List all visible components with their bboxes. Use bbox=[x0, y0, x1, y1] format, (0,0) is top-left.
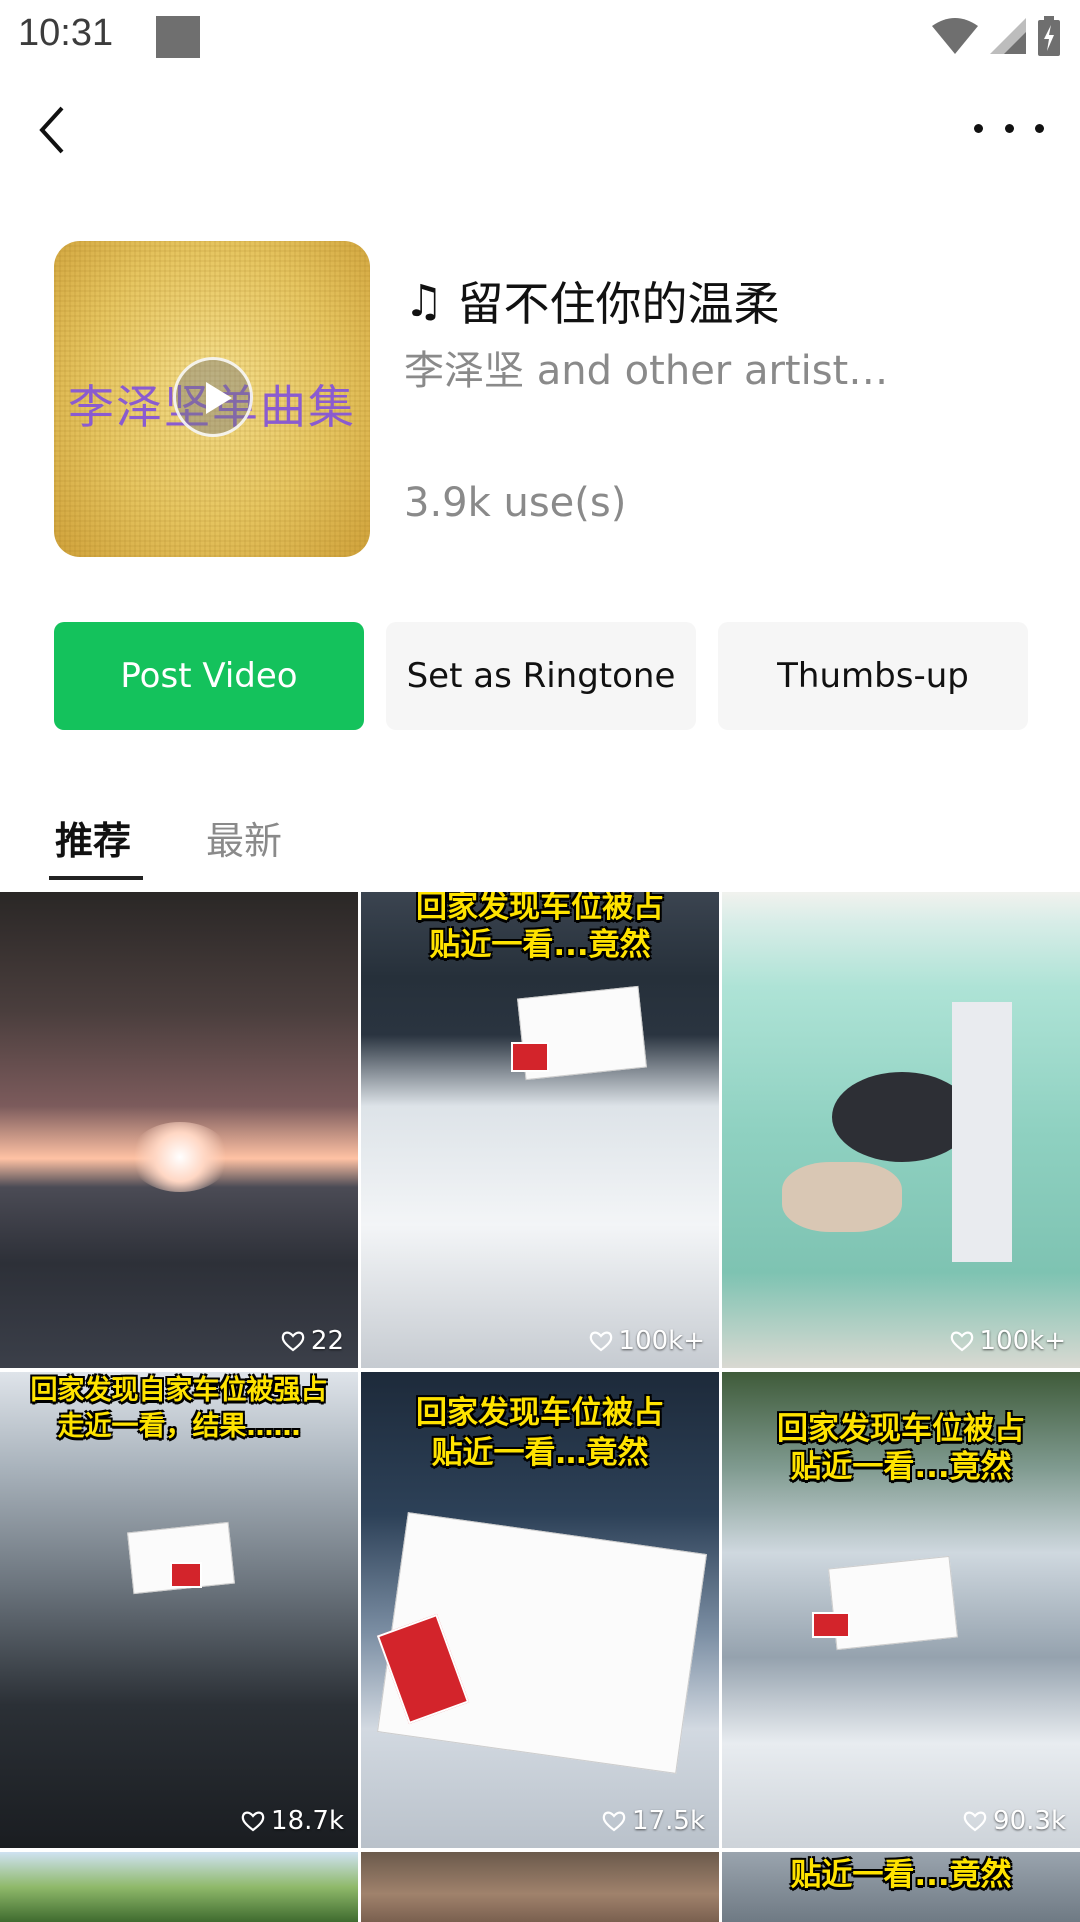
like-count-text: 22 bbox=[310, 1326, 344, 1356]
more-dot-icon bbox=[974, 123, 983, 133]
heart-icon bbox=[281, 1331, 305, 1352]
video-caption-line1: 回家发现车位被占 bbox=[416, 1395, 664, 1431]
like-count: 17.5k bbox=[602, 1806, 705, 1836]
heart-icon bbox=[950, 1331, 973, 1352]
like-count-text: 100k+ bbox=[979, 1326, 1066, 1356]
video-tile[interactable]: 22 bbox=[0, 892, 358, 1368]
video-tile[interactable] bbox=[0, 1852, 358, 1922]
thumbnail-art bbox=[782, 1162, 902, 1232]
feed-tabs: 推荐 最新 bbox=[0, 800, 1080, 880]
wifi-icon bbox=[932, 18, 978, 54]
music-use-count: 3.9k use(s) bbox=[404, 480, 627, 526]
video-tile[interactable]: 回家发现车位被占 贴近一看...竟然 90.3k bbox=[722, 1372, 1080, 1848]
status-time: 10:31 bbox=[18, 12, 114, 54]
video-caption-line1: 回家发现车位被占 bbox=[777, 1411, 1025, 1447]
heart-icon bbox=[589, 1331, 612, 1352]
video-caption-line2: 贴近一看...竟然 bbox=[790, 1449, 1012, 1485]
notification-icon bbox=[156, 16, 200, 58]
like-count: 22 bbox=[281, 1326, 344, 1356]
post-video-button[interactable]: Post Video bbox=[54, 622, 364, 730]
music-title-text: 留不住你的温柔 bbox=[457, 277, 780, 331]
tab-latest[interactable]: 最新 bbox=[206, 810, 282, 865]
chevron-left-icon bbox=[39, 106, 64, 154]
like-count-text: 17.5k bbox=[632, 1806, 705, 1836]
like-count-text: 90.3k bbox=[993, 1806, 1066, 1836]
video-tile[interactable]: 100k+ bbox=[722, 892, 1080, 1368]
set-ringtone-button[interactable]: Set as Ringtone bbox=[386, 622, 696, 730]
video-tile[interactable] bbox=[361, 1852, 719, 1922]
like-count-text: 18.7k bbox=[271, 1806, 344, 1836]
video-caption-line2: 贴近一看...竟然 bbox=[429, 927, 651, 963]
video-tile[interactable]: 贴近一看...竟然 bbox=[722, 1852, 1080, 1922]
video-caption-line2: 贴近一看...竟然 bbox=[790, 1857, 1012, 1893]
back-button[interactable] bbox=[28, 100, 78, 160]
like-count: 18.7k bbox=[241, 1806, 344, 1836]
thumbnail-art bbox=[130, 1122, 230, 1192]
more-dot-icon bbox=[1035, 123, 1044, 133]
more-dot-icon bbox=[1004, 123, 1014, 133]
music-note-icon: ♫ bbox=[404, 275, 444, 327]
status-bar: 10:31 bbox=[0, 0, 1080, 76]
video-tile[interactable]: 回家发现自家车位被强占 走近一看，结果…… 18.7k bbox=[0, 1372, 358, 1848]
thumbnail-art bbox=[952, 1002, 1012, 1262]
status-icons bbox=[932, 14, 1060, 58]
video-tile[interactable]: 回家发现车位被占 贴近一看...竟然 100k+ bbox=[361, 892, 719, 1368]
play-button[interactable] bbox=[173, 357, 253, 437]
battery-icon bbox=[1038, 16, 1060, 56]
heart-icon bbox=[241, 1811, 265, 1832]
thumbnail-art bbox=[170, 1562, 202, 1588]
thumbs-up-button[interactable]: Thumbs-up bbox=[718, 622, 1028, 730]
video-tile[interactable]: 回家发现车位被占 贴近一看…竟然 17.5k bbox=[361, 1372, 719, 1848]
like-count-text: 100k+ bbox=[618, 1326, 705, 1356]
thumbnail-art bbox=[832, 1072, 972, 1162]
video-caption-line2: 贴近一看…竟然 bbox=[431, 1435, 649, 1471]
active-tab-indicator bbox=[49, 876, 143, 880]
like-count: 90.3k bbox=[963, 1806, 1066, 1836]
video-caption-line1: 回家发现车位被占 bbox=[416, 892, 664, 925]
album-cover[interactable]: 李泽坚单曲集 bbox=[54, 241, 370, 557]
like-count: 100k+ bbox=[589, 1326, 705, 1356]
video-caption-line1: 回家发现自家车位被强占 bbox=[30, 1375, 328, 1406]
cell-signal-icon bbox=[990, 18, 1026, 54]
music-artist[interactable]: 李泽坚 and other artists (… bbox=[404, 338, 904, 396]
thumbnail-art bbox=[511, 1042, 549, 1072]
more-options-button[interactable] bbox=[974, 102, 1044, 154]
heart-icon bbox=[963, 1811, 987, 1832]
like-count: 100k+ bbox=[950, 1326, 1066, 1356]
thumbnail-art bbox=[812, 1612, 850, 1638]
music-title: ♫ 留不住你的温柔 bbox=[404, 268, 779, 334]
tab-recommended[interactable]: 推荐 bbox=[55, 810, 131, 865]
heart-icon bbox=[602, 1811, 626, 1832]
top-nav bbox=[0, 76, 1080, 180]
video-caption-line2: 走近一看，结果…… bbox=[57, 1411, 301, 1442]
